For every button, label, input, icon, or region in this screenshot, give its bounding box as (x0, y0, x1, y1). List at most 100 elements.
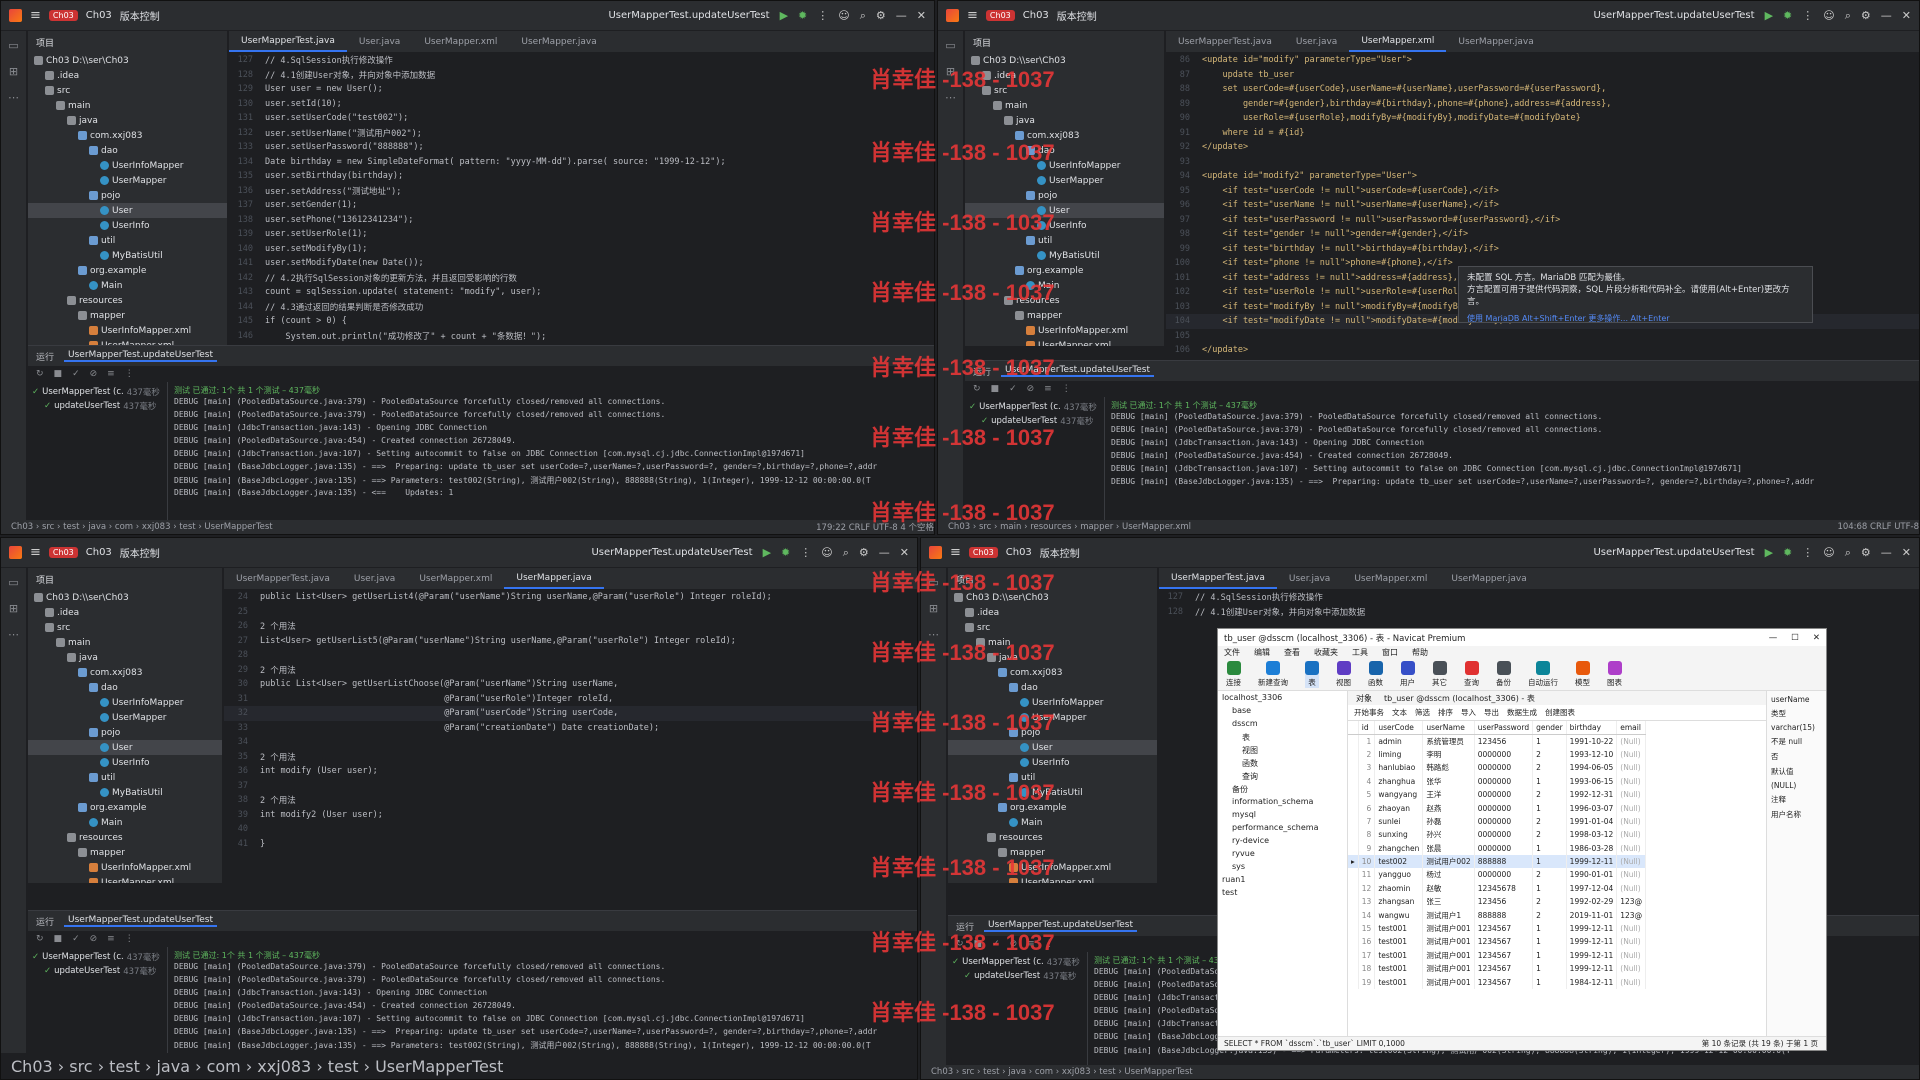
table-cell[interactable]: 1234567 (1474, 962, 1534, 976)
tree-item[interactable]: UserMapper (28, 710, 222, 725)
table-row[interactable]: 16 test001 测试用户001 1234567 1 1999-12-11 (Null) (1348, 935, 1647, 949)
menu-item[interactable]: 查看 (1284, 647, 1300, 658)
table-cell[interactable]: 2 (1532, 747, 1567, 762)
table-cell[interactable]: 测试用户001 (1422, 935, 1475, 949)
close-icon[interactable]: ✕ (917, 9, 926, 22)
table-cell[interactable]: 孙磊 (1422, 814, 1475, 829)
tree-item[interactable]: com.xxj083 (948, 665, 1157, 680)
db-tree-item[interactable]: localhost_3306 (1222, 693, 1343, 706)
tree-item[interactable]: Main (28, 815, 222, 830)
run-icon[interactable]: ▶ (1765, 546, 1773, 559)
tree-item[interactable]: UserInfoMapper (28, 158, 227, 173)
project-badge[interactable]: Ch03 (48, 547, 78, 558)
table-row[interactable]: 13 zhangsan 张三 123456 2 1992-02-29 123@ (1348, 895, 1647, 909)
sql-dialect-popup[interactable]: 未配置 SQL 方言。MariaDB 匹配为最佳。 方言配置可用于提供代码洞察，S… (1458, 266, 1813, 323)
toolbar-6[interactable]: 其它 (1432, 661, 1447, 688)
tree-item[interactable]: org.example (28, 800, 222, 815)
vcs-widget[interactable]: 版本控制 (120, 545, 160, 560)
navicat-tab[interactable]: tb_user @dsscm (localhost_3306) - 表 (1384, 693, 1535, 704)
editor-tab[interactable]: UserMapper.xml (407, 568, 504, 589)
db-tree-item[interactable]: 表 (1222, 732, 1343, 745)
tree-item[interactable]: MyBatisUtil (28, 785, 222, 800)
table-cell[interactable]: 123456 (1474, 895, 1534, 909)
table-cell[interactable]: 测试用户001 (1422, 975, 1475, 989)
table-cell[interactable]: 0000000 (1474, 801, 1534, 815)
minimize-icon[interactable]: — (1769, 633, 1778, 643)
table-cell[interactable]: 8 (1358, 828, 1376, 842)
tree-item[interactable]: dao (948, 680, 1157, 695)
table-cell[interactable]: 16 (1358, 935, 1376, 949)
table-cell[interactable]: 1990-01-01 (1566, 868, 1618, 882)
tree-item[interactable]: .idea (28, 68, 227, 83)
table-cell[interactable]: 2 (1532, 868, 1567, 882)
table-cell[interactable]: 1 (1532, 935, 1567, 949)
table-cell[interactable]: zhaomin (1374, 881, 1424, 896)
minimize-icon[interactable]: — (879, 546, 890, 559)
menu-item[interactable]: 帮助 (1412, 647, 1428, 658)
table-cell[interactable]: 0000000 (1474, 774, 1534, 788)
db-tree-item[interactable]: performance_schema (1222, 823, 1343, 836)
db-tree-item[interactable]: 函数 (1222, 758, 1343, 771)
stop-icon[interactable]: ■ (991, 384, 1000, 394)
tree-item[interactable]: main (28, 635, 222, 650)
breadcrumb[interactable]: Ch03 › src › main › resources › mapper ›… (948, 522, 1825, 532)
table-cell[interactable]: 2019-11-01 (1566, 908, 1618, 922)
minimize-icon[interactable]: — (1881, 546, 1892, 559)
column-header[interactable]: birthday (1566, 721, 1618, 735)
tree-item[interactable]: pojo (965, 188, 1164, 203)
table-cell[interactable]: test002 (1374, 854, 1424, 869)
breadcrumb[interactable]: Ch03 › src › test › java › com › xxj083 … (11, 1057, 917, 1076)
table-cell[interactable]: 1992-02-29 (1566, 895, 1618, 909)
table-cell[interactable]: 1 (1532, 921, 1567, 936)
close-icon[interactable]: ✕ (900, 546, 909, 559)
vcs-widget[interactable]: 版本控制 (1040, 545, 1080, 560)
db-tree-item[interactable]: ruan1 (1222, 875, 1343, 888)
column-header[interactable]: email (1616, 721, 1647, 735)
run-tab[interactable]: UserMapperTest.updateUserTest (64, 350, 218, 362)
table-cell[interactable]: 1999-12-11 (1566, 921, 1618, 936)
table-cell[interactable]: 1991-01-04 (1566, 814, 1618, 829)
editor-tab[interactable]: User.java (347, 31, 412, 52)
more-icon[interactable]: ⋮ (1802, 546, 1813, 559)
editor-tab[interactable]: User.java (342, 568, 407, 589)
table-cell[interactable]: yangguo (1374, 868, 1424, 882)
more-icon[interactable]: ⋮ (125, 369, 134, 379)
table-cell[interactable]: 韩路彪 (1422, 761, 1475, 775)
table-cell[interactable]: 2 (1358, 747, 1376, 762)
table-row[interactable]: 7 sunlei 孙磊 0000000 2 1991-01-04 (Null) (1348, 814, 1647, 829)
table-cell[interactable]: 2 (1532, 895, 1567, 909)
table-cell[interactable]: (Null) (1616, 975, 1647, 989)
db-tree-item[interactable]: sys (1222, 862, 1343, 875)
tree-item[interactable]: User (28, 203, 227, 218)
table-cell[interactable]: zhangchen (1374, 841, 1424, 855)
table-tool[interactable]: 导出 (1484, 707, 1499, 718)
db-tree-item[interactable]: 查询 (1222, 771, 1343, 784)
table-cell[interactable]: 888888 (1474, 854, 1534, 869)
table-cell[interactable]: (Null) (1616, 774, 1647, 788)
table-cell[interactable]: 系统管理员 (1422, 734, 1475, 748)
table-cell[interactable]: 1993-06-15 (1566, 774, 1618, 788)
toolbar-2[interactable]: 表 (1305, 661, 1319, 688)
table-row[interactable]: 19 test001 测试用户001 1234567 1 1984-12-11 (Null) (1348, 975, 1647, 989)
table-row[interactable]: 2 liming 李明 0000000 2 1993-12-10 (Null) (1348, 747, 1647, 762)
table-cell[interactable]: 2 (1532, 908, 1567, 922)
table-tool[interactable]: 筛选 (1415, 707, 1430, 718)
toolbar-11[interactable]: 图表 (1607, 661, 1622, 688)
project-name[interactable]: Ch03 (86, 547, 112, 558)
table-cell[interactable]: 1 (1532, 854, 1567, 869)
table-row[interactable]: 14 wangwu 测试用户1 888888 2 2019-11-01 123@ (1348, 908, 1647, 922)
table-row[interactable]: 3 hanlubiao 韩路彪 0000000 2 1994-06-05 (Null) (1348, 761, 1647, 775)
test-root[interactable]: ✓ UserMapperTest (c. 437毫秒 (32, 385, 163, 399)
table-cell[interactable]: 2 (1532, 787, 1567, 802)
table-cell[interactable]: 3 (1358, 761, 1376, 775)
rerun-icon[interactable]: ↻ (973, 384, 981, 394)
user-table[interactable]: id userCode userName userPassword gender birt… (1348, 721, 1647, 989)
test-root[interactable]: ✓ UserMapperTest (c. 437毫秒 (952, 955, 1083, 969)
more-icon[interactable]: ⋮ (800, 546, 811, 559)
structure-icon[interactable]: ⊞ (9, 602, 18, 615)
table-cell[interactable]: (Null) (1616, 868, 1647, 882)
table-cell[interactable]: 测试用户001 (1422, 921, 1475, 936)
column-header[interactable]: userCode (1374, 721, 1424, 735)
db-tree-item[interactable]: dsscm (1222, 719, 1343, 732)
more-tools-icon[interactable]: ⋯ (8, 628, 19, 641)
